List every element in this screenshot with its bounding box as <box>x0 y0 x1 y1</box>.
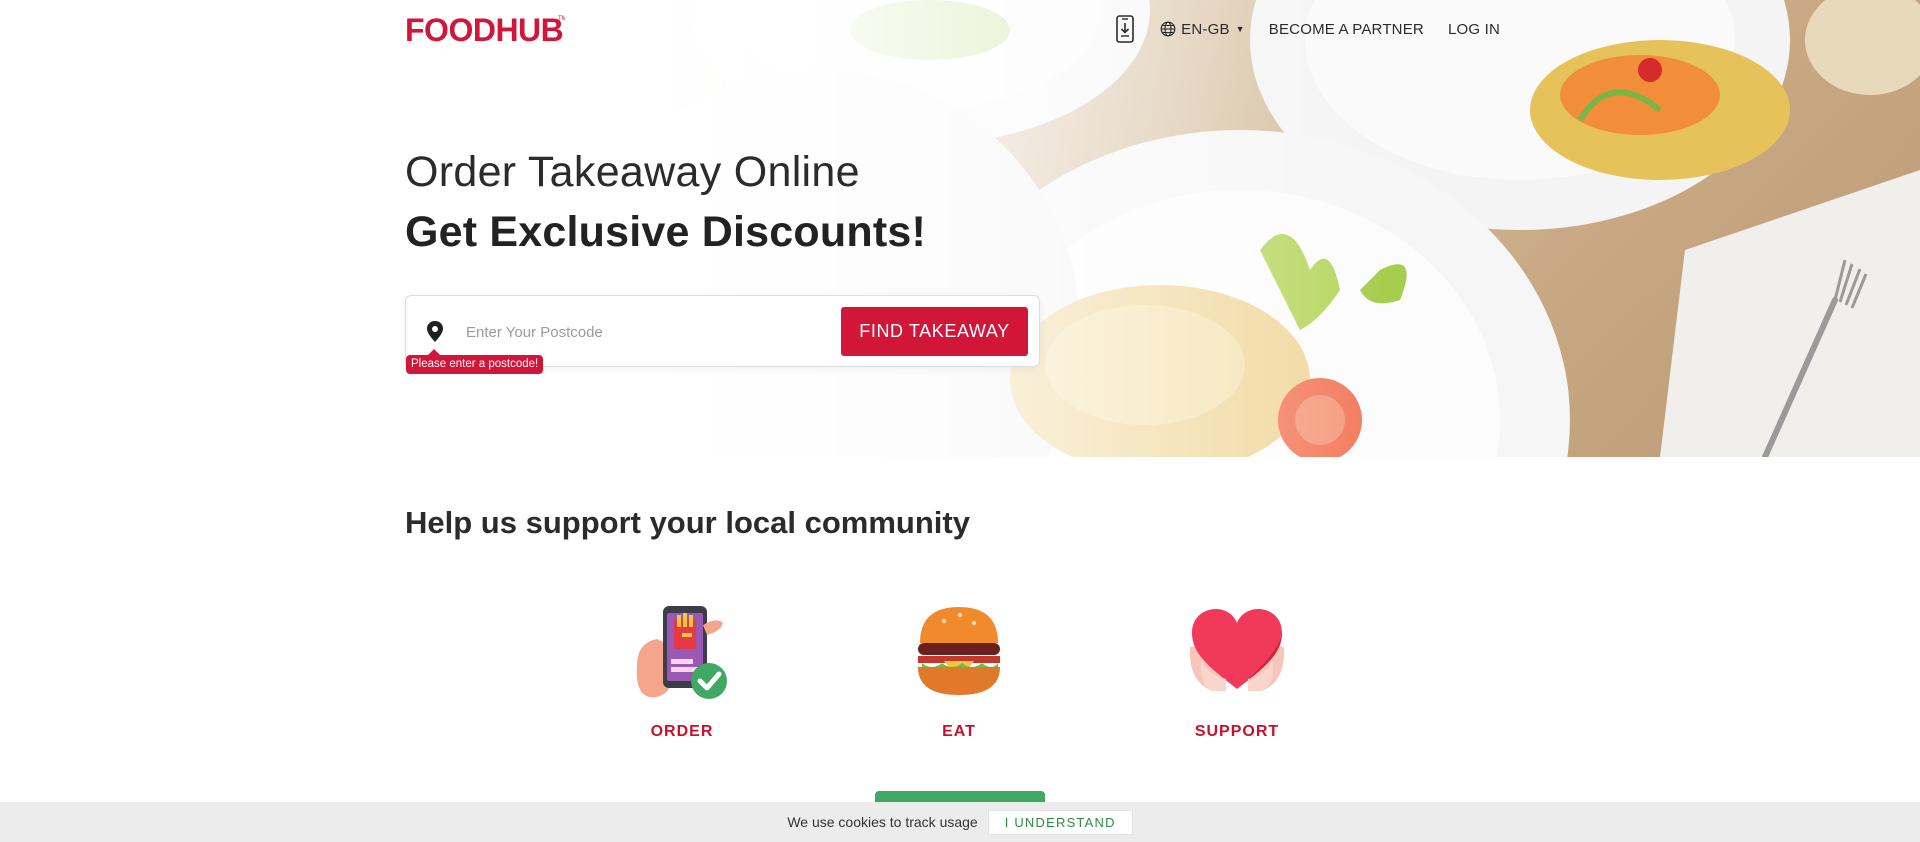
hero-fade-overlay <box>0 0 1920 457</box>
cookie-message: We use cookies to track usage <box>787 814 978 830</box>
postcode-error-tooltip: Please enter a postcode! <box>406 349 544 374</box>
cookie-banner: We use cookies to track usage I UNDERSTA… <box>0 802 1920 842</box>
login-link[interactable]: LOG IN <box>1448 21 1500 38</box>
feature-support: SUPPORT <box>1147 603 1327 741</box>
feature-label-eat: EAT <box>942 723 976 740</box>
burger-icon <box>918 607 1000 695</box>
hero-headline: Order Takeaway Online <box>405 148 860 196</box>
top-nav: EN-GB ▼ BECOME A PARTNER LOG IN <box>1114 14 1500 44</box>
map-pin-icon <box>424 320 446 344</box>
heart-hands-icon <box>1189 609 1285 691</box>
svg-text:TM: TM <box>558 16 565 22</box>
feature-eat: EAT <box>869 603 1049 741</box>
language-label: EN-GB <box>1181 20 1230 38</box>
community-section-title: Help us support your local community <box>405 505 970 540</box>
phone-download-icon[interactable] <box>1114 14 1136 44</box>
postcode-input[interactable] <box>466 314 806 350</box>
find-takeaway-button[interactable]: FIND TAKEAWAY <box>841 307 1028 356</box>
cookie-accept-button[interactable]: I UNDERSTAND <box>987 809 1133 835</box>
feature-label-support: SUPPORT <box>1194 723 1280 740</box>
globe-icon <box>1160 21 1176 37</box>
feature-order: ORDER <box>592 603 772 741</box>
phone-order-icon <box>636 606 727 699</box>
become-partner-link[interactable]: BECOME A PARTNER <box>1269 21 1424 38</box>
caret-down-icon: ▼ <box>1235 24 1245 34</box>
feature-label-order: ORDER <box>650 723 714 740</box>
language-selector[interactable]: EN-GB ▼ <box>1160 21 1245 38</box>
hero-subheadline: Get Exclusive Discounts! <box>405 208 926 256</box>
foodhub-logo[interactable]: FOODHUB TM <box>405 12 567 48</box>
hero-section <box>0 0 1920 457</box>
logo-text: FOODHUB <box>405 12 563 46</box>
